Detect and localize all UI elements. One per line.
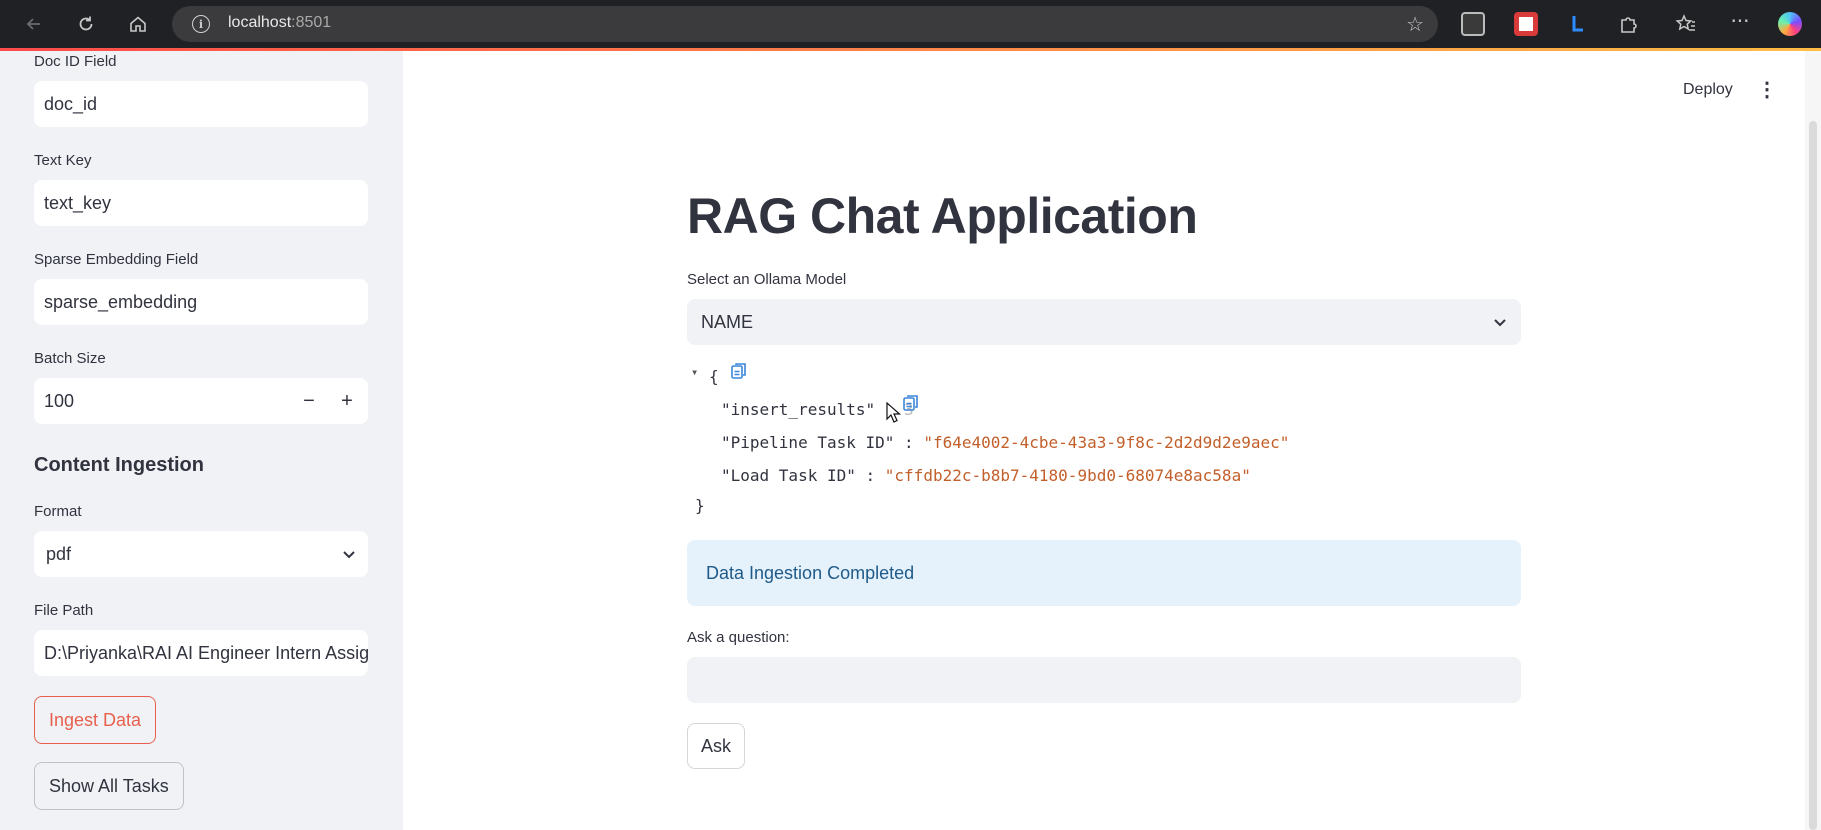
json-row-load-task-id: "Load Task ID" : "cffdb22c-b8b7-4180-9bd… [721,466,1251,485]
back-icon[interactable] [18,8,50,40]
collapse-toggle-icon[interactable]: ▾ [691,365,698,379]
reload-icon[interactable] [70,8,102,40]
alert-text: Data Ingestion Completed [706,562,915,583]
show-all-tasks-button[interactable]: Show All Tasks [34,762,184,810]
format-label: Format [34,503,82,520]
page-title: RAG Chat Application [687,188,1198,244]
model-select-label: Select an Ollama Model [687,271,847,288]
ask-button[interactable]: Ask [687,723,746,769]
save-extension-icon[interactable] [1461,12,1485,36]
json-colon: : [904,433,914,452]
sidebar: Doc ID Field doc_id Text Key text_key Sp… [0,51,403,830]
question-input[interactable] [687,657,1521,703]
pocket-extension-icon[interactable] [1514,12,1538,36]
json-viewer: ▾ { "insert_results" : 3 "Pipeline Task … [687,362,1521,515]
scrollbar[interactable] [1805,51,1821,830]
url-text[interactable]: localhost:8501 [228,14,331,32]
sparse-embedding-input[interactable]: sparse_embedding [34,279,368,325]
batch-size-label: Batch Size [34,350,106,367]
chevron-down-icon [342,544,356,565]
chevron-down-icon [1493,312,1507,333]
puzzle-icon[interactable] [1617,12,1641,36]
deploy-button[interactable]: Deploy [1683,81,1733,99]
json-key: "Pipeline Task ID" [721,433,895,452]
batch-size-value[interactable]: 100 [44,391,74,412]
batch-increment-button[interactable]: + [330,378,364,424]
json-row-pipeline-task-id: "Pipeline Task ID" : "f64e4002-4cbe-43a3… [721,433,1289,452]
app-menu-icon[interactable]: ⋮ [1757,77,1777,102]
ingestion-success-alert: Data Ingestion Completed [687,540,1521,606]
browser-menu-icon[interactable]: ··· [1728,11,1752,36]
json-open-brace: { [709,367,719,386]
format-value: pdf [46,543,72,564]
address-bar[interactable]: i localhost:8501 ☆ [172,6,1438,42]
l-extension-icon[interactable] [1566,12,1590,36]
text-key-label: Text Key [34,152,92,169]
text-key-input[interactable]: text_key [34,180,368,226]
doc-id-label: Doc ID Field [34,53,117,70]
info-icon[interactable]: i [192,15,210,33]
ingest-data-button[interactable]: Ingest Data [34,696,157,744]
copy-icon[interactable] [903,394,919,416]
json-key: "insert_results" [721,400,876,419]
favorites-icon[interactable] [1674,12,1698,36]
home-icon[interactable] [122,8,154,40]
json-key: "Load Task ID" [721,466,856,485]
json-colon: : [865,466,876,485]
format-select[interactable]: pdf [34,531,368,577]
batch-decrement-button[interactable]: − [292,378,326,424]
content-ingestion-heading: Content Ingestion [34,454,204,476]
json-value: "f64e4002-4cbe-43a3-9f8c-2d2d9d2e9aec" [923,433,1290,452]
mouse-cursor-icon [885,401,902,428]
main-content: Deploy ⋮ RAG Chat Application Select an … [403,51,1821,830]
sparse-embedding-label: Sparse Embedding Field [34,251,199,268]
model-select[interactable]: NAME [687,299,1521,345]
scrollbar-thumb[interactable] [1809,121,1817,830]
browser-toolbar: i localhost:8501 ☆ ··· [0,0,1821,48]
json-value: "cffdb22c-b8b7-4180-9bd0-68074e8ac58a" [884,466,1251,485]
star-icon[interactable]: ☆ [1406,12,1424,36]
file-path-input[interactable]: D:\Priyanka\RAI AI Engineer Intern Assig [34,630,368,676]
model-select-value: NAME [701,311,754,332]
file-path-label: File Path [34,602,94,619]
question-label: Ask a question: [687,629,790,646]
copy-icon[interactable] [731,362,747,384]
copilot-icon[interactable] [1778,12,1802,36]
json-close-brace: } [695,496,705,515]
doc-id-input[interactable]: doc_id [34,81,368,127]
